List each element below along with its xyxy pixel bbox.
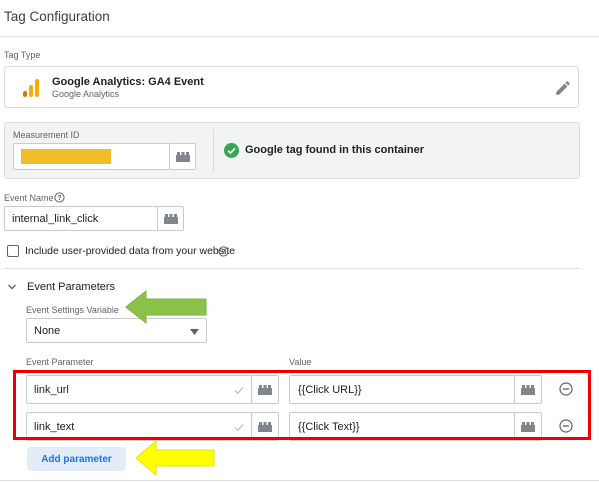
event-settings-variable-label: Event Settings Variable: [26, 305, 119, 315]
section-divider: [4, 268, 580, 269]
dropdown-arrow-icon: [190, 329, 199, 335]
value-column-label: Value: [289, 357, 312, 367]
user-data-label: Include user-provided data from your web…: [25, 245, 236, 257]
panel-title: Tag Configuration: [4, 9, 110, 24]
bottom-divider: [0, 480, 599, 481]
add-parameter-button[interactable]: Add parameter: [27, 447, 126, 471]
google-tag-status: Google tag found in this container: [245, 144, 425, 156]
event-name-label: Event Name: [4, 193, 54, 203]
event-parameter-column-label: Event Parameter: [26, 357, 94, 367]
tag-type-vendor: Google Analytics: [52, 89, 120, 99]
tag-type-card[interactable]: Google Analytics: GA4 Event Google Analy…: [4, 66, 579, 108]
svg-text:?: ?: [221, 249, 225, 256]
svg-text:?: ?: [57, 195, 61, 202]
user-data-checkbox[interactable]: [7, 245, 19, 257]
green-arrow-annotation: [125, 289, 207, 325]
measurement-id-label: Measurement ID: [13, 130, 80, 140]
help-icon[interactable]: ?: [54, 192, 65, 203]
tag-type-label: Tag Type: [4, 50, 41, 60]
measurement-divider: [213, 129, 214, 173]
help-icon[interactable]: ?: [218, 246, 229, 257]
red-highlight-annotation: [13, 370, 591, 440]
check-circle-icon: [224, 143, 239, 158]
measurement-id-section: Measurement ID Google tag found in this …: [4, 122, 580, 179]
event-name-variable-button[interactable]: [157, 206, 184, 231]
redacted-measurement-id: [21, 149, 111, 164]
chevron-down-icon[interactable]: [7, 282, 17, 292]
event-name-value: internal_link_click: [12, 213, 99, 225]
variable-brick-icon: [163, 213, 178, 224]
variable-brick-icon: [175, 151, 190, 162]
event-parameters-header[interactable]: Event Parameters: [27, 281, 115, 293]
google-analytics-icon: [23, 79, 39, 97]
event-settings-variable-value: None: [34, 325, 61, 337]
variable-picker-button[interactable]: [169, 143, 196, 170]
header-divider: [0, 36, 599, 37]
yellow-arrow-annotation: [135, 439, 215, 477]
measurement-id-input[interactable]: [13, 143, 170, 170]
event-name-input[interactable]: internal_link_click: [4, 206, 158, 231]
tag-type-name: Google Analytics: GA4 Event: [52, 76, 204, 88]
pencil-icon[interactable]: [554, 79, 572, 97]
